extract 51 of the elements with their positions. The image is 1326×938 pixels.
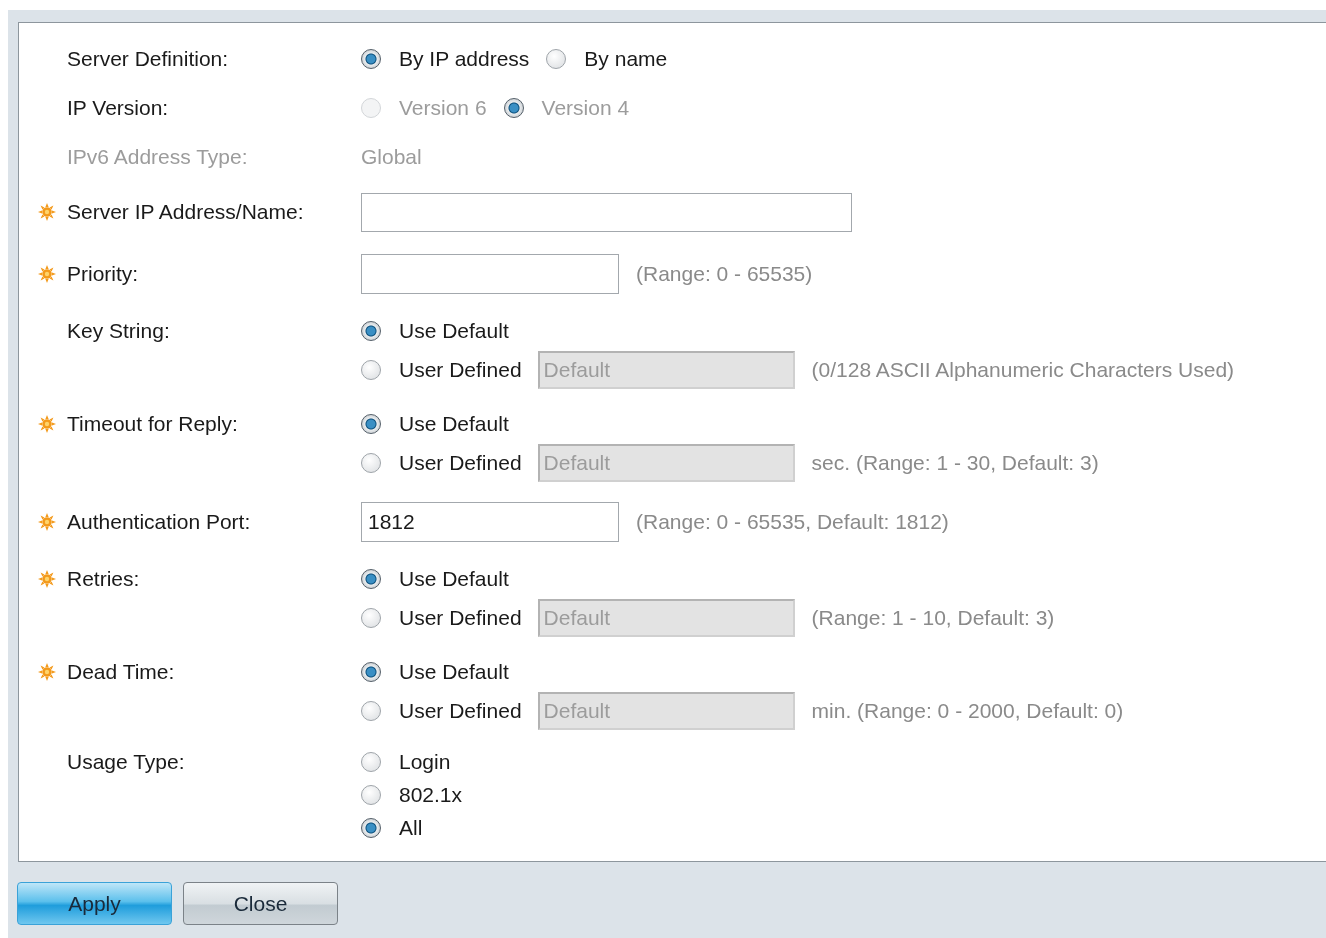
radio-button[interactable] [361,817,381,838]
radio-button[interactable] [361,751,381,772]
field-label: IPv6 Address Type: [67,144,249,169]
field-label: IP Version: [67,95,170,120]
hint-text: min. (Range: 0 - 2000, Default: 0) [811,698,1124,723]
option-label: Use Default [399,411,509,436]
hint-text: sec. (Range: 1 - 30, Default: 3) [811,450,1099,475]
option-label: All [399,815,423,840]
apply-button[interactable]: Apply [17,882,172,925]
option-label: By name [584,46,668,71]
field-value: Global [361,144,422,169]
field-label: Key String: [67,317,171,344]
field-label: Server IP Address/Name: [67,200,305,224]
radio-button[interactable] [361,452,381,473]
field-label: Usage Type: [67,748,186,775]
option-label: 802.1x [399,782,463,807]
radio-button[interactable] [361,661,381,682]
input-field[interactable] [361,192,852,232]
field-label: Server Definition: [67,46,230,71]
hint-text: (0/128 ASCII Alphanumeric Characters Used) [811,357,1235,382]
radio-button[interactable] [361,607,381,628]
radio-button[interactable] [361,784,381,805]
option-label: Login [399,749,451,774]
field-label: Dead Time: [67,658,176,685]
option-label: Use Default [399,659,509,684]
input-field[interactable] [361,254,619,294]
radio-button[interactable] [361,413,381,434]
option-label: Use Default [399,566,509,591]
field-label: Timeout for Reply: [67,410,239,437]
input-field[interactable]: 1812 [361,502,619,542]
radio-button[interactable] [361,568,381,589]
hint-text: (Range: 0 - 65535) [636,262,813,286]
radio-button[interactable] [361,700,381,721]
option-label: User Defined [399,698,522,723]
radio-button[interactable] [361,359,381,380]
field-label: Authentication Port: [67,510,252,534]
option-label: Use Default [399,318,509,343]
option-label: User Defined [399,605,522,630]
hint-text: (Range: 0 - 65535, Default: 1812) [636,510,949,534]
hint-text: (Range: 1 - 10, Default: 3) [811,605,1055,630]
field-label: Retries: [67,565,141,592]
radio-button[interactable] [361,48,381,69]
option-label: Version 6 [399,95,487,120]
option-label: By IP address [399,46,530,71]
radio-button[interactable] [361,320,381,341]
field-label: Priority: [67,262,140,286]
option-label: Version 4 [541,95,630,120]
option-label: User Defined [399,357,522,382]
radio-button[interactable] [546,48,567,69]
close-button[interactable]: Close [183,882,338,925]
option-label: User Defined [399,450,522,475]
